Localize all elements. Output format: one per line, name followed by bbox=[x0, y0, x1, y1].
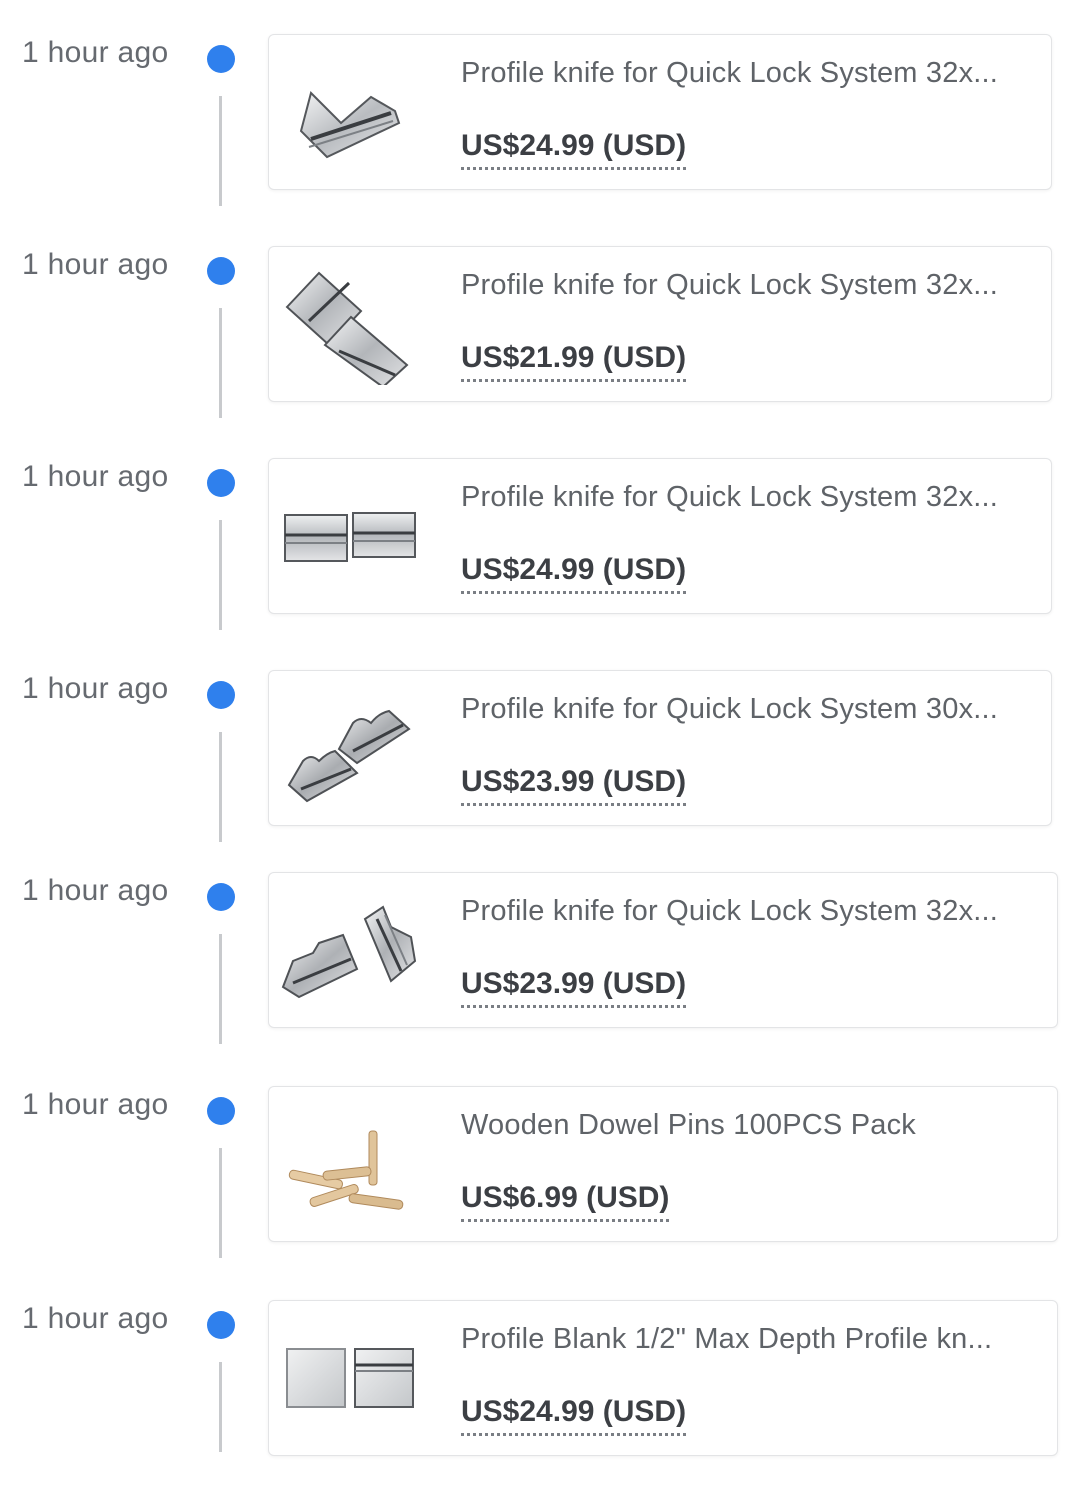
timeline-connector bbox=[219, 1148, 222, 1258]
profile-knife-pair-flat-icon bbox=[284, 512, 416, 562]
product-title[interactable]: Profile Blank 1/2" Max Depth Profile kn.… bbox=[461, 1323, 1041, 1356]
product-card[interactable]: Wooden Dowel Pins 100PCS Pack US$6.99 (U… bbox=[268, 1086, 1058, 1242]
product-card[interactable]: Profile knife for Quick Lock System 32x.… bbox=[268, 872, 1058, 1028]
product-title[interactable]: Profile knife for Quick Lock System 30x.… bbox=[461, 693, 1041, 726]
timestamp: 1 hour ago bbox=[22, 874, 169, 907]
timeline-entry: 1 hour ago Profile knife for Quick Lock … bbox=[0, 246, 1080, 458]
product-price[interactable]: US$24.99 (USD) bbox=[461, 553, 687, 594]
timeline-connector bbox=[219, 732, 222, 842]
timeline-entry: 1 hour ago Profile knife for Quick Lock … bbox=[0, 670, 1080, 882]
product-price[interactable]: US$21.99 (USD) bbox=[461, 341, 687, 382]
product-price[interactable]: US$6.99 (USD) bbox=[461, 1181, 670, 1222]
timeline-dot bbox=[207, 469, 235, 497]
product-title[interactable]: Wooden Dowel Pins 100PCS Pack bbox=[461, 1109, 1041, 1142]
product-price[interactable]: US$23.99 (USD) bbox=[461, 765, 687, 806]
product-price[interactable]: US$24.99 (USD) bbox=[461, 129, 687, 170]
profile-knife-single-icon bbox=[299, 91, 401, 159]
product-title[interactable]: Profile knife for Quick Lock System 32x.… bbox=[461, 57, 1041, 90]
timestamp: 1 hour ago bbox=[22, 460, 169, 493]
timestamp: 1 hour ago bbox=[22, 672, 169, 705]
timeline-dot bbox=[207, 257, 235, 285]
timeline-connector bbox=[219, 96, 222, 206]
product-card[interactable]: Profile knife for Quick Lock System 32x.… bbox=[268, 458, 1052, 614]
timestamp: 1 hour ago bbox=[22, 1302, 169, 1335]
product-card[interactable]: Profile knife for Quick Lock System 30x.… bbox=[268, 670, 1052, 826]
timestamp: 1 hour ago bbox=[22, 1088, 169, 1121]
product-card[interactable]: Profile Blank 1/2" Max Depth Profile kn.… bbox=[268, 1300, 1058, 1456]
timestamp: 1 hour ago bbox=[22, 248, 169, 281]
timeline-entry: 1 hour ago Profile knife for Quick Lock … bbox=[0, 872, 1080, 1084]
product-price[interactable]: US$24.99 (USD) bbox=[461, 1395, 687, 1436]
timeline-entry: 1 hour ago Profile Blank 1/2" Max Depth … bbox=[0, 1300, 1080, 1512]
product-title[interactable]: Profile knife for Quick Lock System 32x.… bbox=[461, 481, 1041, 514]
timeline-dot bbox=[207, 681, 235, 709]
timeline-connector bbox=[219, 520, 222, 630]
timeline-connector bbox=[219, 1362, 222, 1452]
timeline-dot bbox=[207, 1097, 235, 1125]
product-card[interactable]: Profile knife for Quick Lock System 32x.… bbox=[268, 246, 1052, 402]
product-title[interactable]: Profile knife for Quick Lock System 32x.… bbox=[461, 895, 1041, 928]
profile-knife-stepped-icon bbox=[281, 905, 417, 999]
recent-activity-feed: 1 hour ago Profile knife for Quick Lock … bbox=[0, 0, 1080, 1456]
timeline-entry: 1 hour ago Profile knife for Quick Lock … bbox=[0, 34, 1080, 246]
timeline-entry: 1 hour ago Wooden Dowel Pins 100PCS Pack… bbox=[0, 1086, 1080, 1298]
product-title[interactable]: Profile knife for Quick Lock System 32x.… bbox=[461, 269, 1041, 302]
product-card[interactable]: Profile knife for Quick Lock System 32x.… bbox=[268, 34, 1052, 190]
profile-blank-icon bbox=[286, 1348, 414, 1408]
wooden-dowel-pins-icon bbox=[288, 1130, 404, 1210]
timeline-dot bbox=[207, 883, 235, 911]
timeline-dot bbox=[207, 45, 235, 73]
profile-knife-pair-diagonal-icon bbox=[285, 271, 409, 385]
profile-knife-notched-icon bbox=[287, 709, 411, 803]
product-price[interactable]: US$23.99 (USD) bbox=[461, 967, 687, 1008]
timeline-connector bbox=[219, 308, 222, 418]
timestamp: 1 hour ago bbox=[22, 36, 169, 69]
timeline-entry: 1 hour ago Profile knife for Quick Lock … bbox=[0, 458, 1080, 670]
timeline-dot bbox=[207, 1311, 235, 1339]
timeline-connector bbox=[219, 934, 222, 1044]
